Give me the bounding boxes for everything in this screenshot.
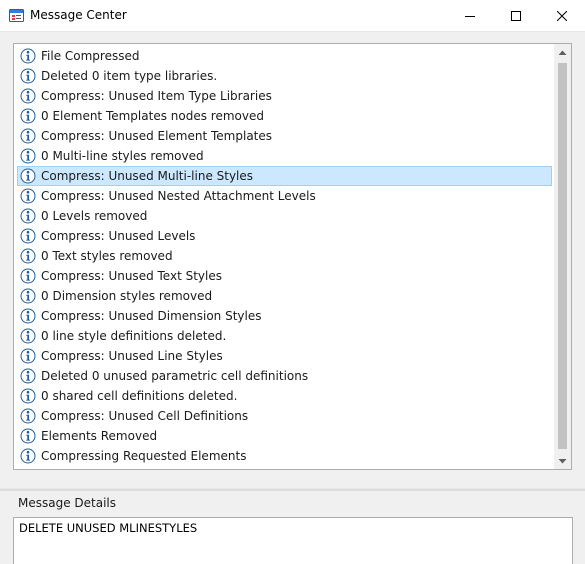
- info-icon: [20, 348, 36, 364]
- minimize-icon: [465, 15, 475, 17]
- list-item[interactable]: Compressing Requested Elements: [14, 446, 554, 466]
- info-icon: [20, 268, 36, 284]
- pane-splitter[interactable]: [0, 488, 585, 491]
- message-details-label: Message Details: [18, 496, 117, 510]
- maximize-icon: [511, 10, 521, 21]
- list-item-text: Compress: Unused Item Type Libraries: [41, 89, 272, 103]
- list-item-text: 0 Multi-line styles removed: [41, 149, 204, 163]
- chevron-up-icon: [558, 50, 567, 55]
- info-icon: [20, 48, 36, 64]
- scroll-up-button[interactable]: [554, 44, 571, 61]
- list-item[interactable]: 0 Element Templates nodes removed: [14, 106, 554, 126]
- info-icon: [20, 148, 36, 164]
- list-item[interactable]: Compress: Unused Text Styles: [14, 266, 554, 286]
- list-item[interactable]: Compress: Unused Element Templates: [14, 126, 554, 146]
- scroll-thumb[interactable]: [558, 63, 567, 449]
- list-item[interactable]: 0 Multi-line styles removed: [14, 146, 554, 166]
- list-item[interactable]: Compress: Unused Item Type Libraries: [14, 86, 554, 106]
- list-item[interactable]: Compress: Unused Cell Definitions: [14, 406, 554, 426]
- list-item-text: Compress: Unused Levels: [41, 229, 196, 243]
- list-item-text: Compress: Unused Dimension Styles: [41, 309, 262, 323]
- list-item[interactable]: Compress: Unused Multi-line Styles: [17, 166, 552, 186]
- list-item-text: Compress: Unused Text Styles: [41, 269, 222, 283]
- close-button[interactable]: [539, 0, 585, 31]
- list-item-text: 0 line style definitions deleted.: [41, 329, 227, 343]
- list-item[interactable]: Deleted 0 item type libraries.: [14, 66, 554, 86]
- message-center-icon: [9, 9, 24, 22]
- chevron-down-icon: [558, 458, 567, 463]
- list-item-text: 0 Element Templates nodes removed: [41, 109, 264, 123]
- list-item-text: Compress: Unused Element Templates: [41, 129, 273, 143]
- info-icon: [20, 328, 36, 344]
- list-item[interactable]: 0 Text styles removed: [14, 246, 554, 266]
- info-icon: [20, 388, 36, 404]
- list-item[interactable]: Compress: Unused Dimension Styles: [14, 306, 554, 326]
- list-item-text: Compressing Requested Elements: [41, 449, 247, 463]
- message-list[interactable]: File Compressed Deleted 0 item type libra…: [13, 43, 572, 470]
- list-item-text: Compress: Unused Line Styles: [41, 349, 223, 363]
- list-item-text: 0 shared cell definitions deleted.: [41, 389, 238, 403]
- info-icon: [20, 168, 36, 184]
- list-item-text: 0 Levels removed: [41, 209, 148, 223]
- message-center-window: Message Center File Compressed Deleted 0 …: [0, 0, 585, 564]
- info-icon: [20, 108, 36, 124]
- info-icon: [20, 68, 36, 84]
- list-item[interactable]: 0 Dimension styles removed: [14, 286, 554, 306]
- info-icon: [20, 448, 36, 464]
- list-item[interactable]: 0 shared cell definitions deleted.: [14, 386, 554, 406]
- info-icon: [20, 408, 36, 424]
- vertical-scrollbar[interactable]: [554, 44, 571, 469]
- window-title: Message Center: [30, 8, 127, 22]
- list-item[interactable]: 0 line style definitions deleted.: [14, 326, 554, 346]
- info-icon: [20, 248, 36, 264]
- list-item-text: Compress: Unused Multi-line Styles: [41, 169, 254, 183]
- info-icon: [20, 208, 36, 224]
- minimize-button[interactable]: [447, 0, 493, 31]
- list-item[interactable]: Compress: Unused Levels: [14, 226, 554, 246]
- scroll-down-button[interactable]: [554, 452, 571, 469]
- list-item[interactable]: Elements Removed: [14, 426, 554, 446]
- list-item[interactable]: Compress: Unused Nested Attachment Level…: [14, 186, 554, 206]
- list-item-text: Deleted 0 item type libraries.: [41, 69, 218, 83]
- list-item-text: File Compressed: [41, 49, 140, 63]
- list-item-text: Compress: Unused Nested Attachment Level…: [41, 189, 316, 203]
- maximize-button[interactable]: [493, 0, 539, 31]
- info-icon: [20, 88, 36, 104]
- info-icon: [20, 428, 36, 444]
- list-item-text: Elements Removed: [41, 429, 158, 443]
- list-item[interactable]: 0 Levels removed: [14, 206, 554, 226]
- list-item[interactable]: Deleted 0 unused parametric cell definit…: [14, 366, 554, 386]
- message-list-items: File Compressed Deleted 0 item type libra…: [14, 46, 554, 466]
- title-bar[interactable]: Message Center: [0, 0, 585, 32]
- list-item-text: Deleted 0 unused parametric cell definit…: [41, 369, 309, 383]
- info-icon: [20, 308, 36, 324]
- message-details-text[interactable]: DELETE UNUSED MLINESTYLES: [13, 517, 573, 564]
- info-icon: [20, 368, 36, 384]
- info-icon: [20, 228, 36, 244]
- list-item-text: 0 Dimension styles removed: [41, 289, 213, 303]
- list-item[interactable]: Compress: Unused Line Styles: [14, 346, 554, 366]
- info-icon: [20, 128, 36, 144]
- info-icon: [20, 188, 36, 204]
- list-item[interactable]: File Compressed: [14, 46, 554, 66]
- list-item-text: 0 Text styles removed: [41, 249, 173, 263]
- close-icon: [557, 10, 567, 21]
- info-icon: [20, 288, 36, 304]
- list-item-text: Compress: Unused Cell Definitions: [41, 409, 249, 423]
